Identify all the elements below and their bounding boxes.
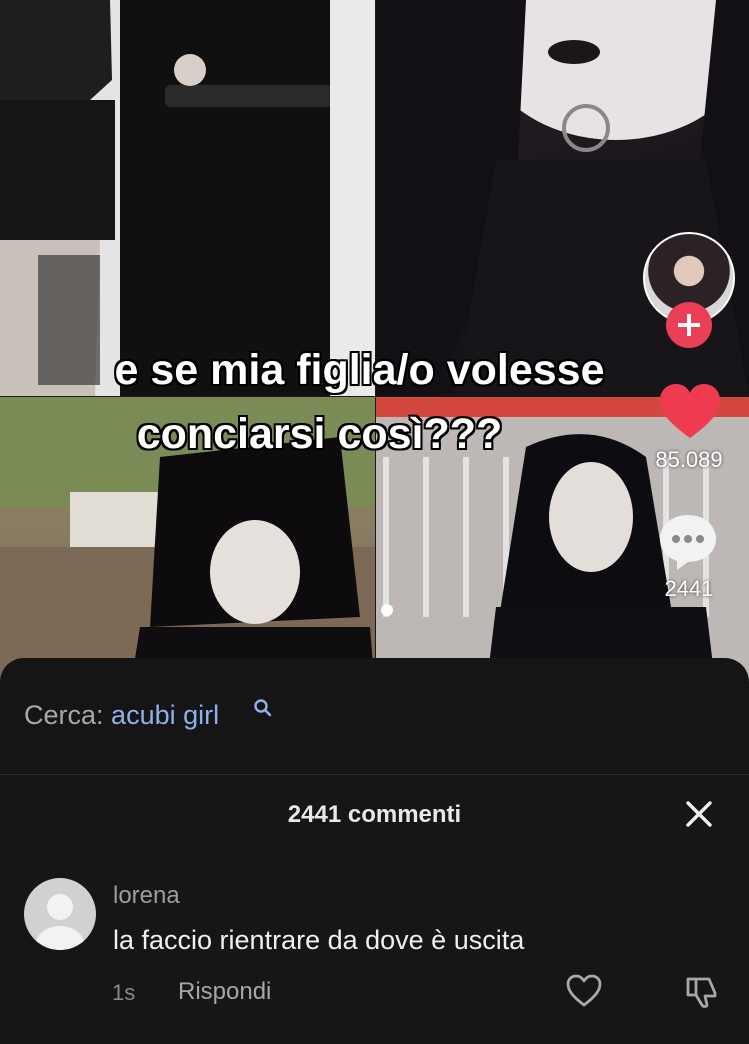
comment-timestamp: 1s (112, 980, 136, 1005)
video-player[interactable]: e se mia figlia/o volesse conciarsi così… (0, 0, 749, 690)
dislike-icon[interactable] (684, 973, 720, 1009)
comment-count: 2441 (664, 576, 714, 601)
close-icon[interactable] (682, 797, 716, 831)
heart-icon[interactable] (658, 382, 722, 442)
search-term[interactable]: acubi girl (111, 700, 219, 730)
plus-icon (678, 314, 700, 336)
carousel-indicator-dot (381, 604, 393, 616)
like-count: 85.089 (655, 447, 723, 472)
comment-bubble-icon[interactable] (657, 512, 719, 572)
comments-sheet: 2441 commenti lorena la faccio rientrare… (0, 775, 749, 1044)
follow-button[interactable] (666, 302, 712, 348)
avatar[interactable] (24, 878, 96, 950)
outfit-photo (0, 0, 375, 396)
video-caption-line-2: conciarsi così??? (136, 410, 503, 458)
default-user-icon (36, 894, 84, 950)
search-prefix: Cerca: (24, 700, 104, 730)
comment-text: la faccio rientrare da dove è uscita (113, 925, 525, 955)
video-tile-top-left (0, 0, 375, 396)
search-suggestion-bar[interactable]: Cerca: acubi girl (0, 658, 749, 775)
video-caption-line-1: e se mia figlia/o volesse (114, 346, 605, 394)
creator-avatar[interactable] (643, 232, 735, 348)
comments-title: 2441 commenti (287, 801, 462, 828)
search-suggestion[interactable]: Cerca: acubi girl (24, 700, 219, 731)
search-icon[interactable] (253, 698, 273, 718)
reply-button[interactable]: Rispondi (178, 978, 271, 1006)
comment-username[interactable]: lorena (113, 882, 180, 910)
heart-outline-icon[interactable] (565, 973, 603, 1009)
